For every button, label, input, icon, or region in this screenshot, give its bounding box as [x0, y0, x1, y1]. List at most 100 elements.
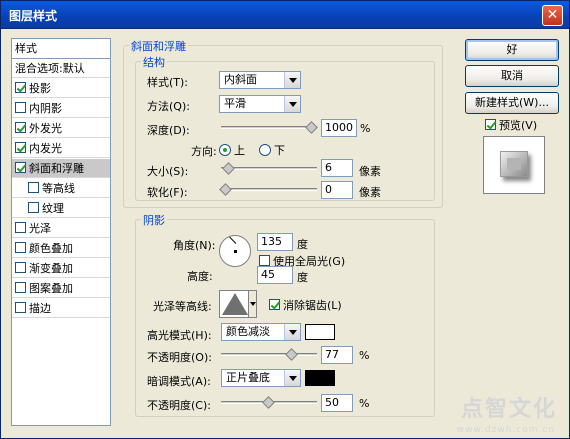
direction-up-label: 上: [234, 144, 245, 157]
checkbox-icon: [259, 255, 270, 266]
preview-inner: [507, 158, 521, 170]
altitude-label: 高度:: [187, 270, 213, 283]
contour-preview: [222, 293, 248, 315]
angle-dial[interactable]: [219, 235, 251, 267]
style-list-item[interactable]: 纹理: [12, 199, 110, 218]
direction-up-radio[interactable]: 上: [219, 142, 245, 158]
new-style-button[interactable]: 新建样式(W)...: [465, 92, 559, 114]
dialog-title: 图层样式: [9, 9, 58, 23]
style-list-item-label: 描边: [29, 302, 51, 315]
style-list-item[interactable]: 描边: [12, 299, 110, 318]
altitude-unit: 度: [297, 271, 308, 284]
checkbox-checked-icon[interactable]: [15, 82, 26, 93]
close-button[interactable]: ✕: [542, 5, 563, 26]
checkbox-checked-icon[interactable]: [15, 162, 26, 173]
checkbox-icon[interactable]: [15, 262, 26, 273]
checkbox-checked-icon: [269, 299, 280, 310]
antialias-label: 消除锯齿(L): [283, 299, 342, 312]
checkbox-icon[interactable]: [28, 182, 39, 193]
watermark-url: www.dzwh.com.cn: [456, 425, 555, 435]
style-list-item[interactable]: 渐变叠加: [12, 259, 110, 278]
radio-empty-icon: [259, 144, 271, 156]
style-list-item-label: 内发光: [29, 142, 62, 155]
angle-input[interactable]: 135: [257, 233, 293, 251]
size-input[interactable]: 6: [321, 159, 353, 177]
shading-title: 阴影: [141, 212, 167, 228]
style-list-header: 样式: [12, 39, 110, 59]
style-list-item[interactable]: 斜面和浮雕: [12, 159, 110, 178]
style-list-item[interactable]: 颜色叠加: [12, 239, 110, 258]
angle-center: [234, 250, 237, 253]
checkbox-checked-icon[interactable]: [15, 142, 26, 153]
antialias-checkbox[interactable]: 消除锯齿(L): [269, 297, 342, 313]
bevel-style-select[interactable]: 内斜面: [219, 71, 301, 89]
highlight-opacity-track[interactable]: [221, 353, 317, 356]
cancel-button[interactable]: 取消: [465, 65, 559, 87]
depth-input[interactable]: 1000: [321, 119, 357, 137]
style-list-item-label: 渐变叠加: [29, 262, 73, 275]
preview-label: 预览(V): [499, 119, 538, 132]
title-bar[interactable]: 图层样式 ✕: [1, 1, 569, 29]
style-list-item[interactable]: 投影: [12, 79, 110, 98]
style-list-item[interactable]: 内阴影: [12, 99, 110, 118]
shadow-mode-value: 正片叠底: [226, 371, 270, 384]
soften-unit: 像素: [359, 186, 381, 199]
technique-label: 方法(Q):: [147, 100, 190, 113]
technique-select[interactable]: 平滑: [219, 95, 301, 113]
shadow-mode-label: 暗调模式(A):: [147, 375, 211, 388]
direction-label: 方向:: [191, 145, 217, 158]
preview-thumbnail: [500, 151, 528, 177]
checkbox-icon[interactable]: [15, 222, 26, 233]
chevron-down-icon: [284, 72, 300, 88]
soften-label: 软化(F):: [147, 186, 188, 199]
altitude-input[interactable]: 45: [257, 266, 293, 284]
depth-label: 深度(D):: [147, 124, 190, 137]
style-list-item[interactable]: 图案叠加: [12, 279, 110, 298]
style-list-item[interactable]: 光泽: [12, 219, 110, 238]
checkbox-icon[interactable]: [28, 202, 39, 213]
soften-slider-track[interactable]: [221, 188, 317, 191]
gloss-contour-picker[interactable]: [219, 290, 257, 318]
technique-value: 平滑: [224, 97, 246, 110]
highlight-opacity-percent: %: [359, 349, 370, 362]
highlight-mode-select[interactable]: 颜色减淡: [221, 323, 301, 341]
highlight-color-swatch[interactable]: [305, 324, 335, 340]
shadow-opacity-input[interactable]: 50: [321, 394, 353, 412]
checkbox-checked-icon[interactable]: [15, 122, 26, 133]
checkbox-icon[interactable]: [15, 242, 26, 253]
preview-checkbox[interactable]: 预览(V): [485, 117, 537, 133]
style-list-item-label: 外发光: [29, 122, 62, 135]
watermark-logo: 点智文化: [460, 397, 557, 422]
checkbox-checked-icon: [485, 119, 496, 130]
size-label: 大小(S):: [147, 165, 189, 178]
bevel-style-value: 内斜面: [224, 73, 257, 86]
direction-down-label: 下: [274, 144, 285, 157]
ok-button[interactable]: 好: [465, 39, 559, 61]
layer-style-dialog: 图层样式 ✕ 样式 混合选项:默认 投影内阴影外发光内发光斜面和浮雕 等高线纹理光…: [0, 0, 570, 439]
style-list-item-label: 投影: [29, 82, 51, 95]
style-list-item-label: 光泽: [29, 222, 51, 235]
angle-label: 角度(N):: [173, 239, 216, 252]
blend-options-item[interactable]: 混合选项:默认: [12, 59, 110, 78]
checkbox-icon[interactable]: [15, 302, 26, 313]
shadow-color-swatch[interactable]: [305, 370, 335, 386]
shadow-opacity-percent: %: [359, 397, 370, 410]
style-list-item[interactable]: 内发光: [12, 139, 110, 158]
soften-input[interactable]: 0: [321, 181, 353, 199]
style-list-item[interactable]: 外发光: [12, 119, 110, 138]
style-list-item-label: 纹理: [42, 202, 64, 215]
angle-unit: 度: [297, 238, 308, 251]
direction-down-radio[interactable]: 下: [259, 142, 285, 158]
chevron-down-icon: [284, 370, 300, 386]
highlight-opacity-input[interactable]: 77: [321, 346, 353, 364]
style-label: 样式(T):: [147, 76, 189, 89]
size-slider-track[interactable]: [221, 167, 317, 170]
shadow-mode-select[interactable]: 正片叠底: [221, 369, 301, 387]
depth-slider-track[interactable]: [221, 126, 317, 129]
style-list-item[interactable]: 等高线: [12, 179, 110, 198]
gloss-contour-label: 光泽等高线:: [153, 300, 212, 313]
structure-title: 结构: [141, 54, 167, 70]
chevron-down-icon: [284, 324, 300, 340]
checkbox-icon[interactable]: [15, 102, 26, 113]
checkbox-icon[interactable]: [15, 282, 26, 293]
